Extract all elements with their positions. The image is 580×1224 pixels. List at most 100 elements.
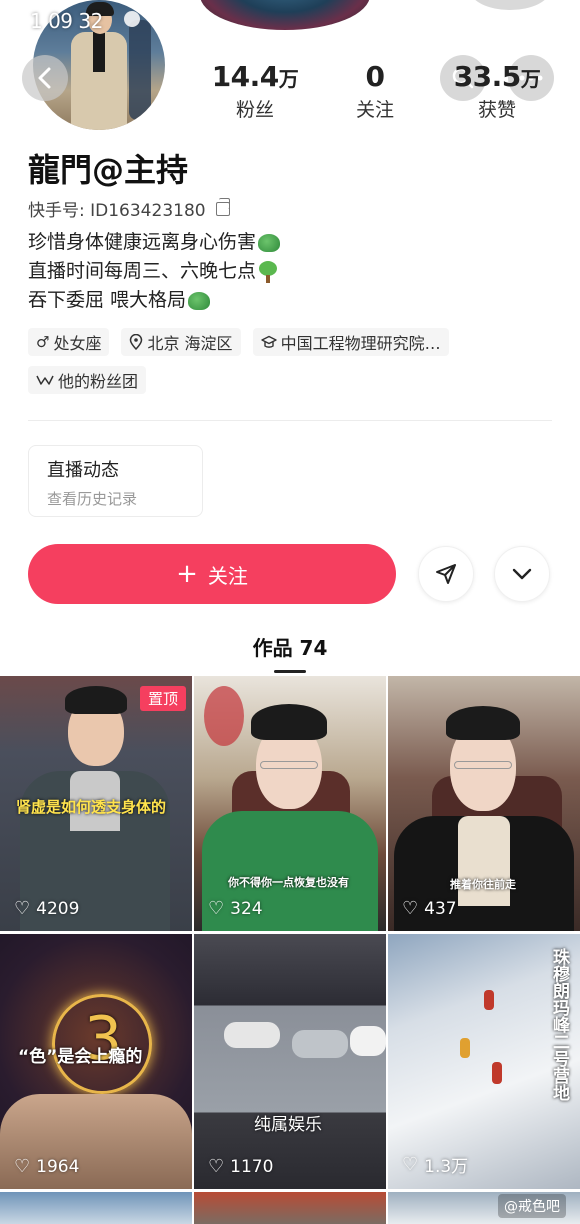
- pinned-badge: 置顶: [139, 686, 186, 711]
- likes-unit: 万: [520, 67, 541, 91]
- fans-stat[interactable]: 14.4万 粉丝: [200, 60, 310, 122]
- broccoli-emoji-icon: [188, 291, 211, 310]
- divider: [28, 420, 552, 421]
- like-count: ♡ 4209: [14, 898, 79, 919]
- fans-unit: 万: [278, 67, 299, 91]
- like-count-text: 1964: [36, 1156, 80, 1177]
- avatar-scarf: [93, 32, 105, 72]
- tag-location[interactable]: 北京 海淀区: [121, 328, 241, 356]
- follow-label: 关注: [207, 563, 248, 588]
- bio-text: 吞下委屈 喂大格局: [28, 289, 187, 311]
- video-caption: 肾虚是如何透支身体的: [16, 798, 167, 816]
- tag-fan-club[interactable]: 他的粉丝团: [28, 366, 147, 394]
- bio-text: 珍惜身体健康远离身心伤害: [28, 231, 257, 253]
- like-count-text: 324: [230, 898, 263, 919]
- video-person-hair: [251, 704, 327, 740]
- heart-icon: ♡: [208, 898, 225, 919]
- watermark: @戒色吧: [498, 1194, 566, 1218]
- tree-emoji-icon: [258, 260, 278, 283]
- profile-bio: 珍惜身体健康远离身心伤害 直播时间每周三、六晚七点 吞下委屈 喂大格局: [28, 228, 281, 315]
- video-caption: 推着你往前走: [450, 878, 516, 891]
- expand-button[interactable]: [494, 546, 550, 602]
- tab-underline: [274, 670, 306, 673]
- fans-count: 14.4: [211, 60, 280, 93]
- video-tile[interactable]: 你不得你一点恢复也没有 ♡ 324: [194, 676, 386, 931]
- heart-icon: ♡: [208, 1156, 225, 1177]
- tag-zodiac[interactable]: ♂ 处女座: [28, 328, 110, 356]
- avatar-background-figure: [129, 20, 151, 120]
- like-count: ♡ 1964: [14, 1156, 79, 1177]
- broccoli-emoji-icon: [258, 233, 281, 252]
- video-tile[interactable]: 3 “色”是会上瘾的 ♡ 1964: [0, 934, 192, 1189]
- heart-icon: ♡: [402, 898, 419, 919]
- kuaishou-id[interactable]: 快手号: ID163423180: [28, 196, 230, 221]
- plus-icon: +: [176, 559, 198, 589]
- chevron-down-icon: [512, 568, 532, 580]
- like-count: ♡ 1.3万: [402, 1152, 468, 1177]
- like-count: ♡ 437: [402, 898, 457, 919]
- video-tile[interactable]: [194, 1192, 386, 1224]
- tag-label: 他的粉丝团: [58, 372, 139, 391]
- video-person-hair: [446, 706, 520, 740]
- like-count: ♡ 1170: [208, 1156, 273, 1177]
- video-glasses: [260, 761, 318, 769]
- kuaishou-id-text: 快手号: ID163423180: [28, 201, 206, 221]
- video-tree-decoration: [204, 686, 244, 746]
- cover-image: [200, 0, 370, 30]
- tab-works[interactable]: 作品 74: [0, 632, 580, 661]
- video-climber: [492, 1062, 502, 1084]
- bio-text: 直播时间每周三、六晚七点: [28, 260, 257, 282]
- bio-line: 直播时间每周三、六晚七点: [28, 257, 280, 286]
- tag-label: 中国工程物理研究院…: [280, 334, 441, 353]
- heart-icon: ♡: [402, 1154, 419, 1175]
- back-button[interactable]: [22, 55, 68, 101]
- profile-name: 龍門@主持: [28, 151, 189, 189]
- video-caption: 你不得你一点恢复也没有: [228, 876, 349, 889]
- heart-icon: ♡: [14, 1156, 31, 1177]
- live-title: 直播动态: [47, 460, 119, 481]
- graduation-cap-icon: [260, 335, 277, 348]
- video-person-shirt: [458, 816, 510, 906]
- fan-club-icon: [36, 375, 54, 385]
- follow-button[interactable]: + 关注: [28, 544, 396, 604]
- video-tile[interactable]: 推着你往前走 ♡ 437: [388, 676, 580, 931]
- video-tile[interactable]: [0, 1192, 192, 1224]
- send-icon: [436, 564, 456, 584]
- like-count-text: 1.3万: [424, 1157, 469, 1177]
- likes-count: 33.5: [453, 60, 522, 93]
- video-glasses: [454, 761, 512, 769]
- following-label: 关注: [355, 99, 394, 121]
- following-count: 0: [365, 60, 385, 93]
- tag-label: 处女座: [53, 334, 102, 353]
- video-person-hair: [65, 686, 127, 714]
- message-button[interactable]: [418, 546, 474, 602]
- video-climber: [460, 1038, 470, 1058]
- like-count-text: 1170: [230, 1156, 274, 1177]
- video-tile[interactable]: 肾虚是如何透支身体的 置顶 ♡ 4209: [0, 676, 192, 931]
- like-count-text: 4209: [36, 898, 80, 919]
- video-grid: 肾虚是如何透支身体的 置顶 ♡ 4209 你不得你一点恢复也没有 ♡ 324 推着你…: [0, 676, 580, 1224]
- video-car: [350, 1026, 386, 1056]
- like-count: ♡ 324: [208, 898, 263, 919]
- bio-line: 吞下委屈 喂大格局: [28, 286, 280, 315]
- bio-line: 珍惜身体健康远离身心伤害: [28, 228, 281, 257]
- following-stat[interactable]: 0 关注: [320, 60, 430, 122]
- profile-tags: ♂ 处女座 北京 海淀区 中国工程物理研究院… 他的粉丝团: [28, 328, 558, 394]
- video-tile[interactable]: 纯属娱乐 ♡ 1170: [194, 934, 386, 1189]
- male-icon: ♂: [36, 333, 50, 351]
- likes-stat[interactable]: 33.5万 获赞: [442, 60, 552, 122]
- video-caption: 纯属娱乐: [254, 1115, 322, 1135]
- location-pin-icon: [130, 334, 143, 350]
- live-subtitle: 查看历史记录: [47, 490, 138, 508]
- live-history-card[interactable]: 直播动态 查看历史记录: [28, 445, 203, 517]
- video-tile[interactable]: 珠穆朗玛峰二号营地 ♡ 1.3万: [388, 934, 580, 1189]
- tag-label: 北京 海淀区: [147, 334, 233, 353]
- video-climber: [484, 990, 494, 1010]
- video-car: [224, 1022, 280, 1048]
- heart-icon: ♡: [14, 898, 31, 919]
- copy-icon[interactable]: [215, 197, 230, 216]
- video-car: [292, 1030, 348, 1058]
- tag-school[interactable]: 中国工程物理研究院…: [252, 328, 449, 356]
- video-caption: 珠穆朗玛峰二号营地: [549, 948, 569, 1101]
- likes-label: 获赞: [477, 99, 516, 121]
